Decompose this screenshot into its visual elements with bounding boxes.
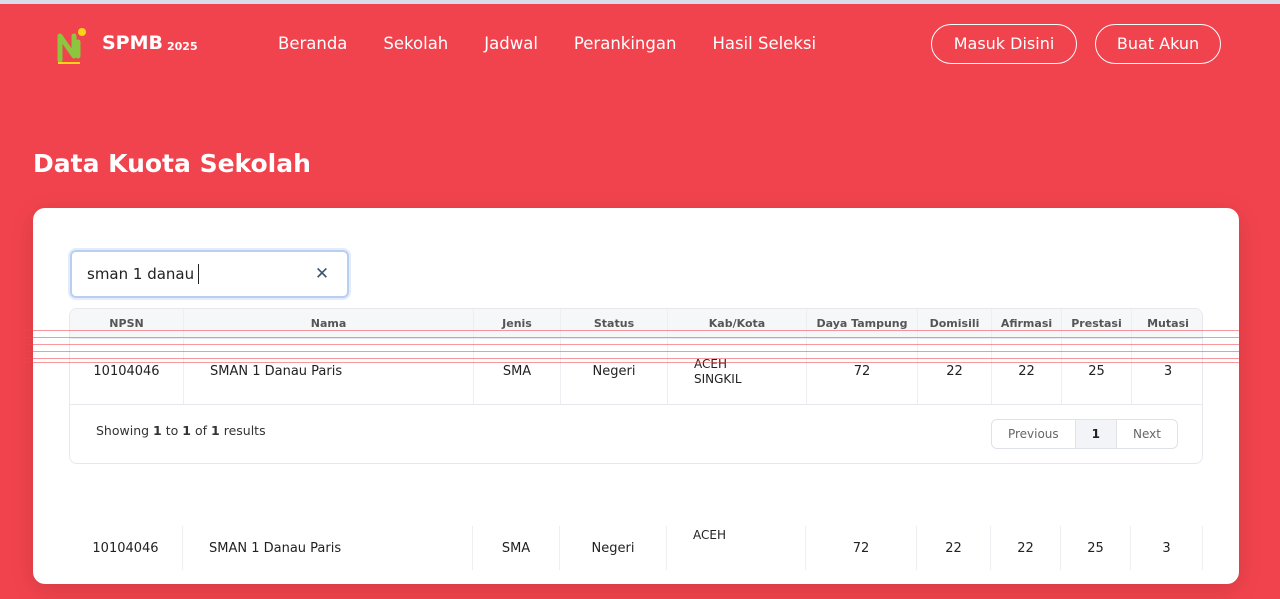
logo-icon [56,26,92,66]
cell-prestasi: 25 [1061,526,1131,570]
text-caret [198,264,200,284]
next-button[interactable]: Next [1117,420,1177,448]
nav-beranda[interactable]: Beranda [278,32,347,56]
table-header: NPSN Nama Jenis Status Kab/Kota Daya Tam… [70,309,1202,339]
cell-kab-kota: ACEH SINGKIL [668,339,807,404]
cell-daya-tampung: 72 [807,339,918,404]
cell-afirmasi: 22 [991,526,1061,570]
brand-year: 2025 [167,40,198,53]
col-domisili[interactable]: Domisili [918,309,992,338]
table-footer: Showing 1 to 1 of 1 results Previous 1 N… [70,405,1202,463]
search-value: sman 1 danau [87,265,195,283]
showing-prefix: Showing [96,423,150,438]
cell-mutasi: 3 [1163,364,1173,379]
col-prestasi[interactable]: Prestasi [1062,309,1132,338]
col-daya-tampung[interactable]: Daya Tampung [807,309,918,338]
nav-sekolah[interactable]: Sekolah [383,32,448,56]
close-icon[interactable]: ✕ [311,262,333,286]
showing-suffix: results [223,423,266,438]
nav-jadwal[interactable]: Jadwal [484,32,538,56]
col-kab-kota[interactable]: Kab/Kota [668,309,807,338]
login-button[interactable]: Masuk Disini [931,24,1077,64]
nav-hasil-seleksi[interactable]: Hasil Seleksi [712,32,816,56]
cell-jenis: SMA [474,339,561,404]
page-1-button[interactable]: 1 [1075,420,1118,448]
table-row[interactable]: 10104046 SMAN 1 Danau Paris SMA Negeri A… [69,526,1203,570]
showing-to: 1 [182,423,191,438]
cell-afirmasi: 22 [992,339,1062,404]
col-npsn[interactable]: NPSN [70,309,184,338]
results-summary: Showing 1 to 1 of 1 results [96,423,266,438]
table-row[interactable]: 10104046 SMAN 1 Danau Paris SMA Negeri A… [70,339,1202,405]
cell-kab-line1: ACEH [694,356,727,371]
showing-of-word: of [194,423,208,438]
col-mutasi[interactable]: Mutasi [1132,309,1202,338]
showing-total: 1 [211,423,220,438]
col-afirmasi[interactable]: Afirmasi [992,309,1062,338]
cell-daya-tampung: 72 [806,526,917,570]
col-jenis[interactable]: Jenis [474,309,561,338]
cell-kab-kota: ACEH [667,526,806,570]
cell-jenis: SMA [473,526,560,570]
cell-npsn: 10104046 [70,339,184,404]
showing-to-word: to [165,423,179,438]
col-status[interactable]: Status [561,309,668,338]
pagination: Previous 1 Next [990,419,1178,449]
cell-nama: SMAN 1 Danau Paris [184,339,474,404]
search-input[interactable]: sman 1 danau ✕ [70,250,349,298]
nav-perankingan[interactable]: Perankingan [574,32,677,56]
cell-status: Negeri [560,526,667,570]
cell-status: Negeri [561,339,668,404]
cell-nama: SMAN 1 Danau Paris [183,526,473,570]
cell-npsn: 10104046 [69,526,183,570]
page-title: Data Kuota Sekolah [33,149,311,178]
quota-table: NPSN Nama Jenis Status Kab/Kota Daya Tam… [69,308,1203,464]
cell-kab-line2: SINGKIL [694,371,742,386]
quota-card: sman 1 danau ✕ NPSN Nama Jenis Status Ka… [33,208,1239,584]
site-logo[interactable]: SPMB 2025 [56,26,198,66]
col-nama[interactable]: Nama [184,309,474,338]
brand-name: SPMB [102,32,163,54]
cell-domisili: 22 [917,526,991,570]
cell-mutasi: 3 [1131,526,1203,570]
showing-from: 1 [153,423,162,438]
previous-button[interactable]: Previous [992,420,1076,448]
register-button[interactable]: Buat Akun [1095,24,1221,64]
browser-top-line [0,0,1280,4]
main-nav: Beranda Sekolah Jadwal Perankingan Hasil… [278,32,816,56]
cell-prestasi: 25 [1062,339,1132,404]
cell-domisili: 22 [918,339,992,404]
